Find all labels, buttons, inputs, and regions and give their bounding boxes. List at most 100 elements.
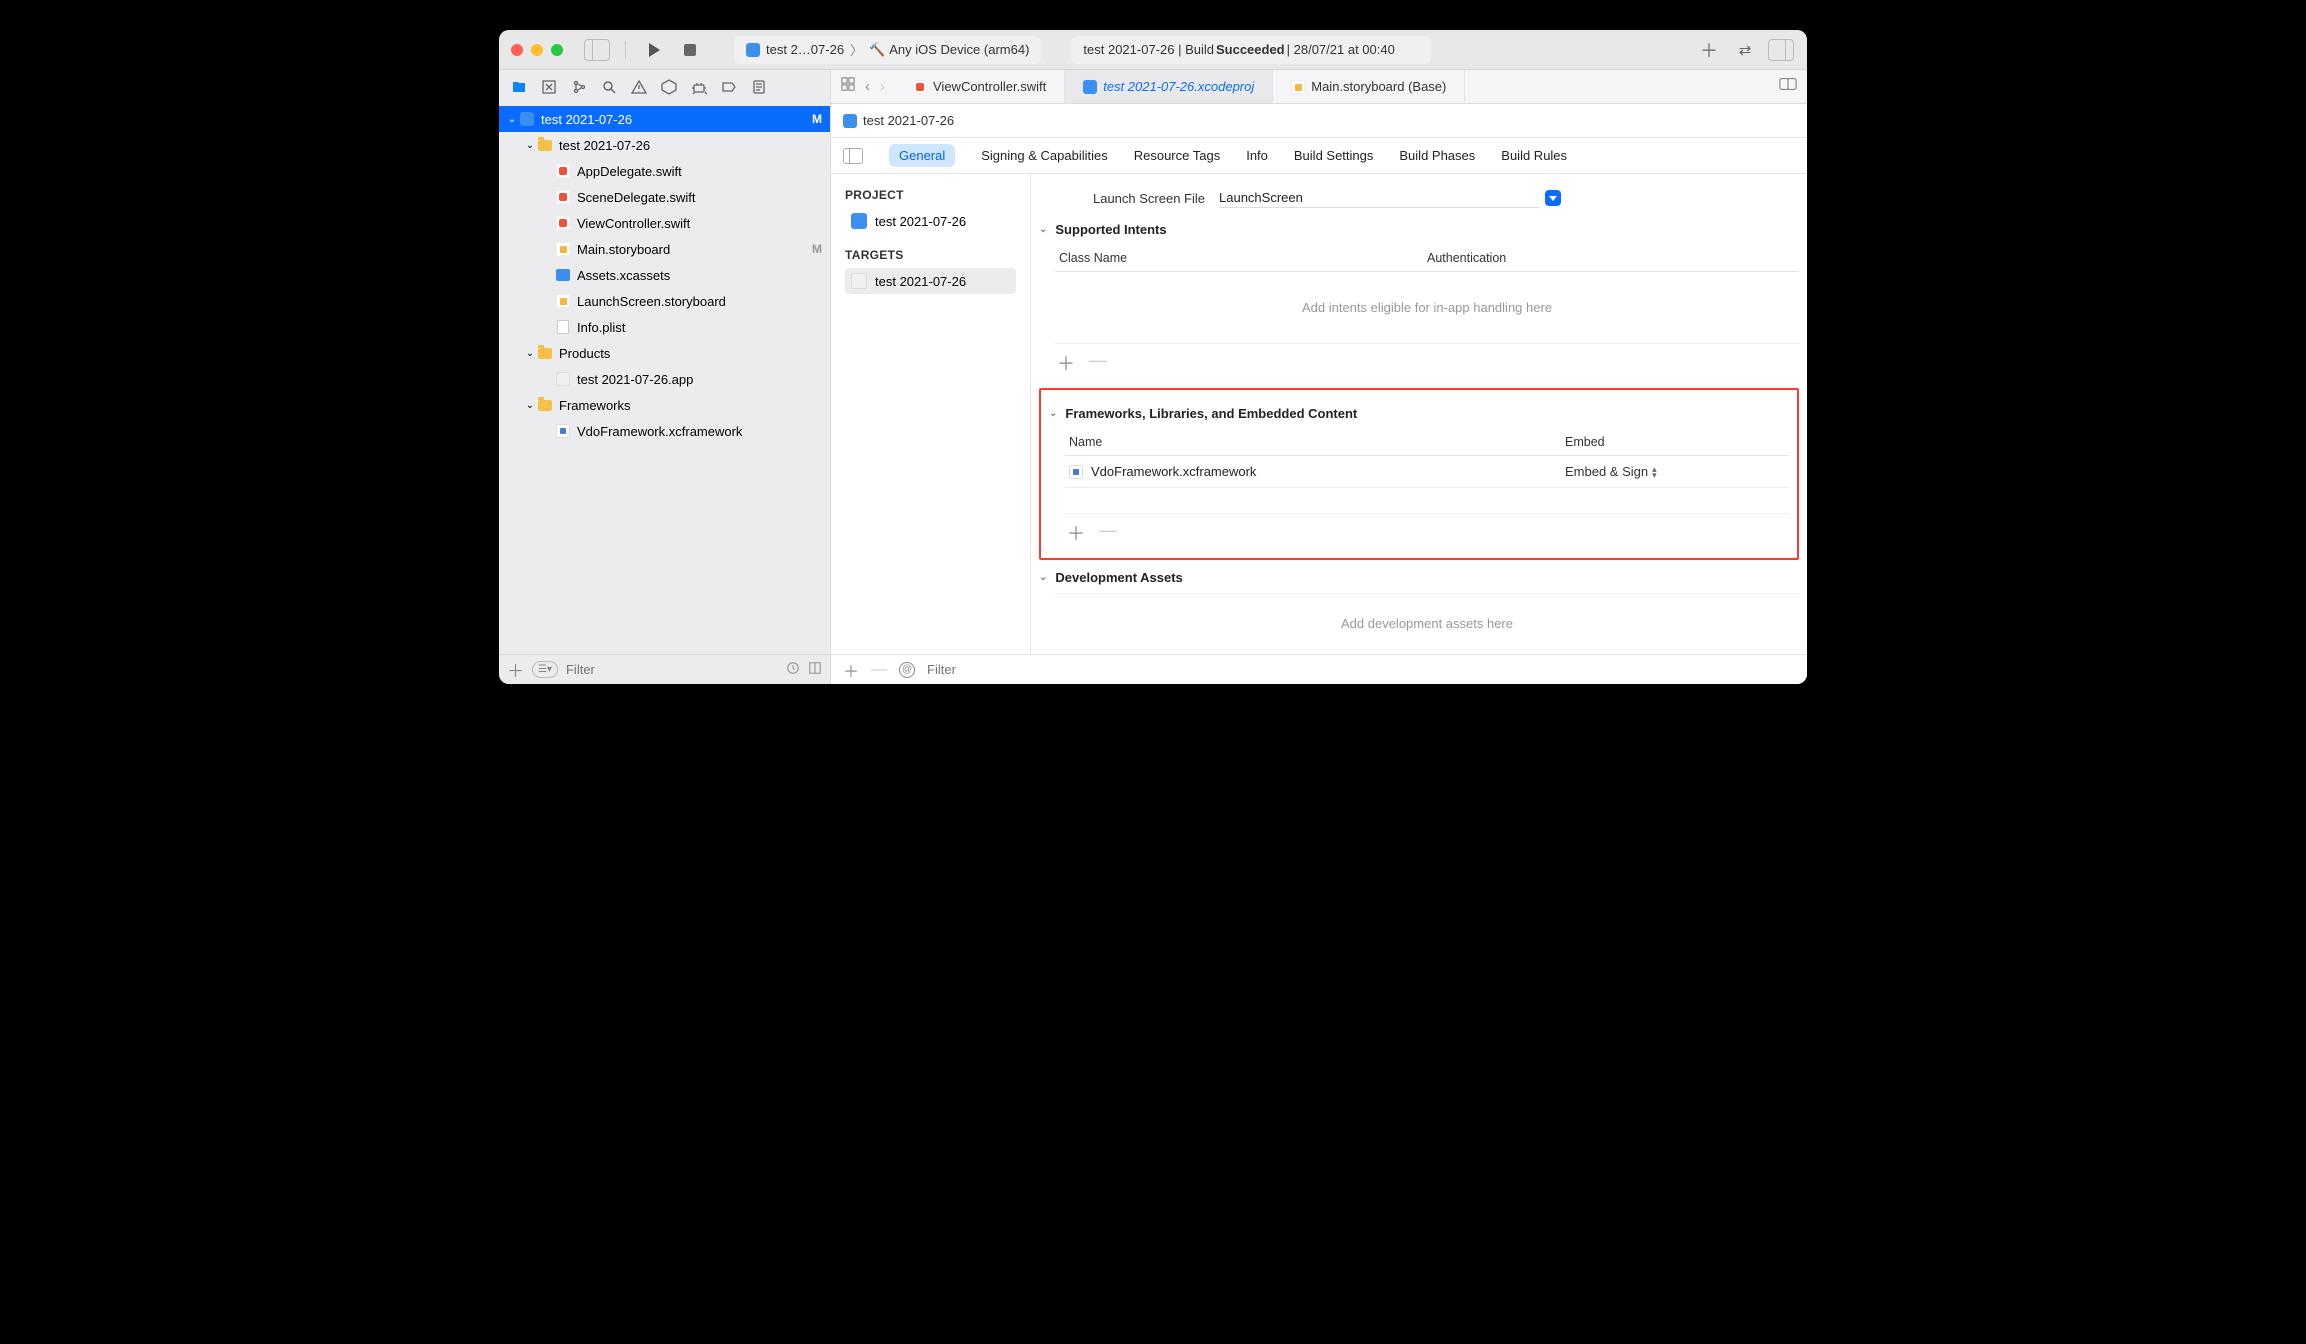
activity-view[interactable]: test 2021-07-26 | Build Succeeded | 28/0… xyxy=(1071,36,1431,64)
editor-tab-project[interactable]: test 2021-07-26.xcodeproj xyxy=(1065,70,1273,103)
debug-navigator-icon[interactable] xyxy=(691,79,707,95)
minimize-window-button[interactable] xyxy=(531,44,543,56)
swift-file-icon xyxy=(556,190,570,204)
editor-options-icon[interactable] xyxy=(1779,77,1797,96)
toggle-navigator-button[interactable] xyxy=(583,39,611,61)
nav-item[interactable]: ⌄test 2021-07-26 xyxy=(499,132,830,158)
nav-item[interactable]: LaunchScreen.storyboard xyxy=(499,288,830,314)
scheme-selector[interactable]: test 2…07-26 〉 🔨 Any iOS Device (arm64) xyxy=(734,36,1041,64)
filter-scope-icon[interactable]: @ xyxy=(899,662,915,678)
dropdown-icon[interactable] xyxy=(1545,190,1561,206)
editor-path-bar[interactable]: test 2021-07-26 xyxy=(831,104,1807,138)
stepper-icon: ▴▾ xyxy=(1652,466,1657,478)
close-window-button[interactable] xyxy=(511,44,523,56)
target-row[interactable]: test 2021-07-26 xyxy=(845,268,1016,294)
chevron-down-icon: ⌄ xyxy=(1039,224,1047,235)
nav-item-label: Frameworks xyxy=(559,398,822,413)
remove-framework-button[interactable]: — xyxy=(1099,520,1117,546)
framework-row[interactable]: VdoFramework.xcframework Embed & Sign ▴▾ xyxy=(1065,456,1789,488)
chevron-down-icon: ⌄ xyxy=(1039,572,1047,583)
zoom-window-button[interactable] xyxy=(551,44,563,56)
add-intent-button[interactable]: ＋ xyxy=(1057,350,1075,376)
related-items-icon[interactable] xyxy=(841,77,855,96)
subtoolbar: ‹ › ViewController.swift test 2021-07-26… xyxy=(499,70,1807,104)
nav-item[interactable]: SceneDelegate.swift xyxy=(499,184,830,210)
intents-table-header: Class Name Authentication xyxy=(1055,245,1799,272)
supported-intents-section[interactable]: ⌄ Supported Intents xyxy=(1039,222,1799,237)
breakpoint-navigator-icon[interactable] xyxy=(721,79,737,95)
embed-picker[interactable]: Embed & Sign ▴▾ xyxy=(1565,464,1785,479)
recent-filter-icon[interactable] xyxy=(786,661,800,678)
source-control-navigator-icon[interactable] xyxy=(541,79,557,95)
add-target-button[interactable]: ＋ xyxy=(843,658,859,682)
frameworks-section[interactable]: ⌄ Frameworks, Libraries, and Embedded Co… xyxy=(1049,406,1789,421)
nav-item[interactable]: AppDelegate.swift xyxy=(499,158,830,184)
test-navigator-icon[interactable] xyxy=(661,79,677,95)
nav-item[interactable]: Assets.xcassets xyxy=(499,262,830,288)
nav-item-label: ViewController.swift xyxy=(577,216,822,231)
col-embed: Embed xyxy=(1565,435,1785,449)
nav-item-label: Info.plist xyxy=(577,320,822,335)
col-authentication: Authentication xyxy=(1427,251,1795,265)
assets-icon xyxy=(556,269,570,281)
symbol-navigator-icon[interactable] xyxy=(571,79,587,95)
find-navigator-icon[interactable] xyxy=(601,79,617,95)
tab-general[interactable]: General xyxy=(889,144,955,167)
disclosure-icon[interactable]: ⌄ xyxy=(523,400,537,411)
crumb-label: test 2021-07-26 xyxy=(863,113,954,128)
launch-screen-value[interactable]: LaunchScreen xyxy=(1219,188,1539,208)
tab-resource-tags[interactable]: Resource Tags xyxy=(1134,148,1220,163)
tab-info[interactable]: Info xyxy=(1246,148,1268,163)
scm-filter-icon[interactable] xyxy=(808,661,822,678)
tab-build-settings[interactable]: Build Settings xyxy=(1294,148,1374,163)
nav-item[interactable]: Info.plist xyxy=(499,314,830,340)
navigator-filter-input[interactable] xyxy=(566,662,778,677)
disclosure-icon[interactable]: ⌄ xyxy=(523,348,537,359)
divider xyxy=(625,41,626,59)
scheme-target-label: Any iOS Device (arm64) xyxy=(889,42,1029,57)
tab-build-phases[interactable]: Build Phases xyxy=(1399,148,1475,163)
add-button[interactable]: ＋ xyxy=(507,657,524,682)
editor-tab-viewcontroller[interactable]: ViewController.swift xyxy=(895,70,1065,103)
dev-assets-section[interactable]: ⌄ Development Assets xyxy=(1039,570,1799,585)
toggle-targets-panel-icon[interactable] xyxy=(843,148,863,164)
launch-screen-label: Launch Screen File xyxy=(1039,191,1219,206)
nav-root-project[interactable]: ⌄ test 2021-07-26 M xyxy=(499,106,830,132)
stop-button[interactable] xyxy=(676,44,704,56)
remove-target-button[interactable]: — xyxy=(871,661,887,679)
nav-item[interactable]: ⌄Products xyxy=(499,340,830,366)
filter-scope-icon[interactable]: ☰▾ xyxy=(532,661,558,678)
run-button[interactable] xyxy=(640,43,668,57)
editor-tab-label: Main.storyboard (Base) xyxy=(1311,79,1446,94)
report-navigator-icon[interactable] xyxy=(751,79,767,95)
editor-filter-input[interactable] xyxy=(927,662,1103,677)
project-row-label: test 2021-07-26 xyxy=(875,214,966,229)
disclosure-icon[interactable]: ⌄ xyxy=(505,114,519,125)
add-framework-button[interactable]: ＋ xyxy=(1067,520,1085,546)
code-review-button[interactable]: ⇄ xyxy=(1731,41,1759,59)
nav-item[interactable]: ViewController.swift xyxy=(499,210,830,236)
back-button[interactable]: ‹ xyxy=(865,78,870,95)
nav-item-label: test 2021-07-26.app xyxy=(577,372,822,387)
frameworks-table-header: Name Embed xyxy=(1065,429,1789,456)
tab-signing[interactable]: Signing & Capabilities xyxy=(981,148,1107,163)
project-row[interactable]: test 2021-07-26 xyxy=(845,208,1016,234)
framework-name: VdoFramework.xcframework xyxy=(1091,464,1256,479)
navigator-tree: ⌄ test 2021-07-26 M ⌄test 2021-07-26AppD… xyxy=(499,104,830,654)
col-class-name: Class Name xyxy=(1059,251,1427,265)
editor-tab-storyboard[interactable]: Main.storyboard (Base) xyxy=(1273,70,1465,103)
project-navigator: ⌄ test 2021-07-26 M ⌄test 2021-07-26AppD… xyxy=(499,104,831,684)
nav-item[interactable]: VdoFramework.xcframework xyxy=(499,418,830,444)
issue-navigator-icon[interactable] xyxy=(631,79,647,95)
nav-item[interactable]: ⌄ Frameworks xyxy=(499,392,830,418)
remove-intent-button[interactable]: — xyxy=(1089,350,1107,376)
tab-build-rules[interactable]: Build Rules xyxy=(1501,148,1567,163)
scheme-app-label: test 2…07-26 xyxy=(766,42,844,57)
project-navigator-icon[interactable] xyxy=(511,79,527,95)
toggle-inspector-button[interactable] xyxy=(1767,39,1795,61)
nav-item[interactable]: Main.storyboardM xyxy=(499,236,830,262)
library-button[interactable]: ＋ xyxy=(1695,37,1723,63)
disclosure-icon[interactable]: ⌄ xyxy=(523,140,537,151)
forward-button[interactable]: › xyxy=(880,78,885,95)
nav-item[interactable]: test 2021-07-26.app xyxy=(499,366,830,392)
